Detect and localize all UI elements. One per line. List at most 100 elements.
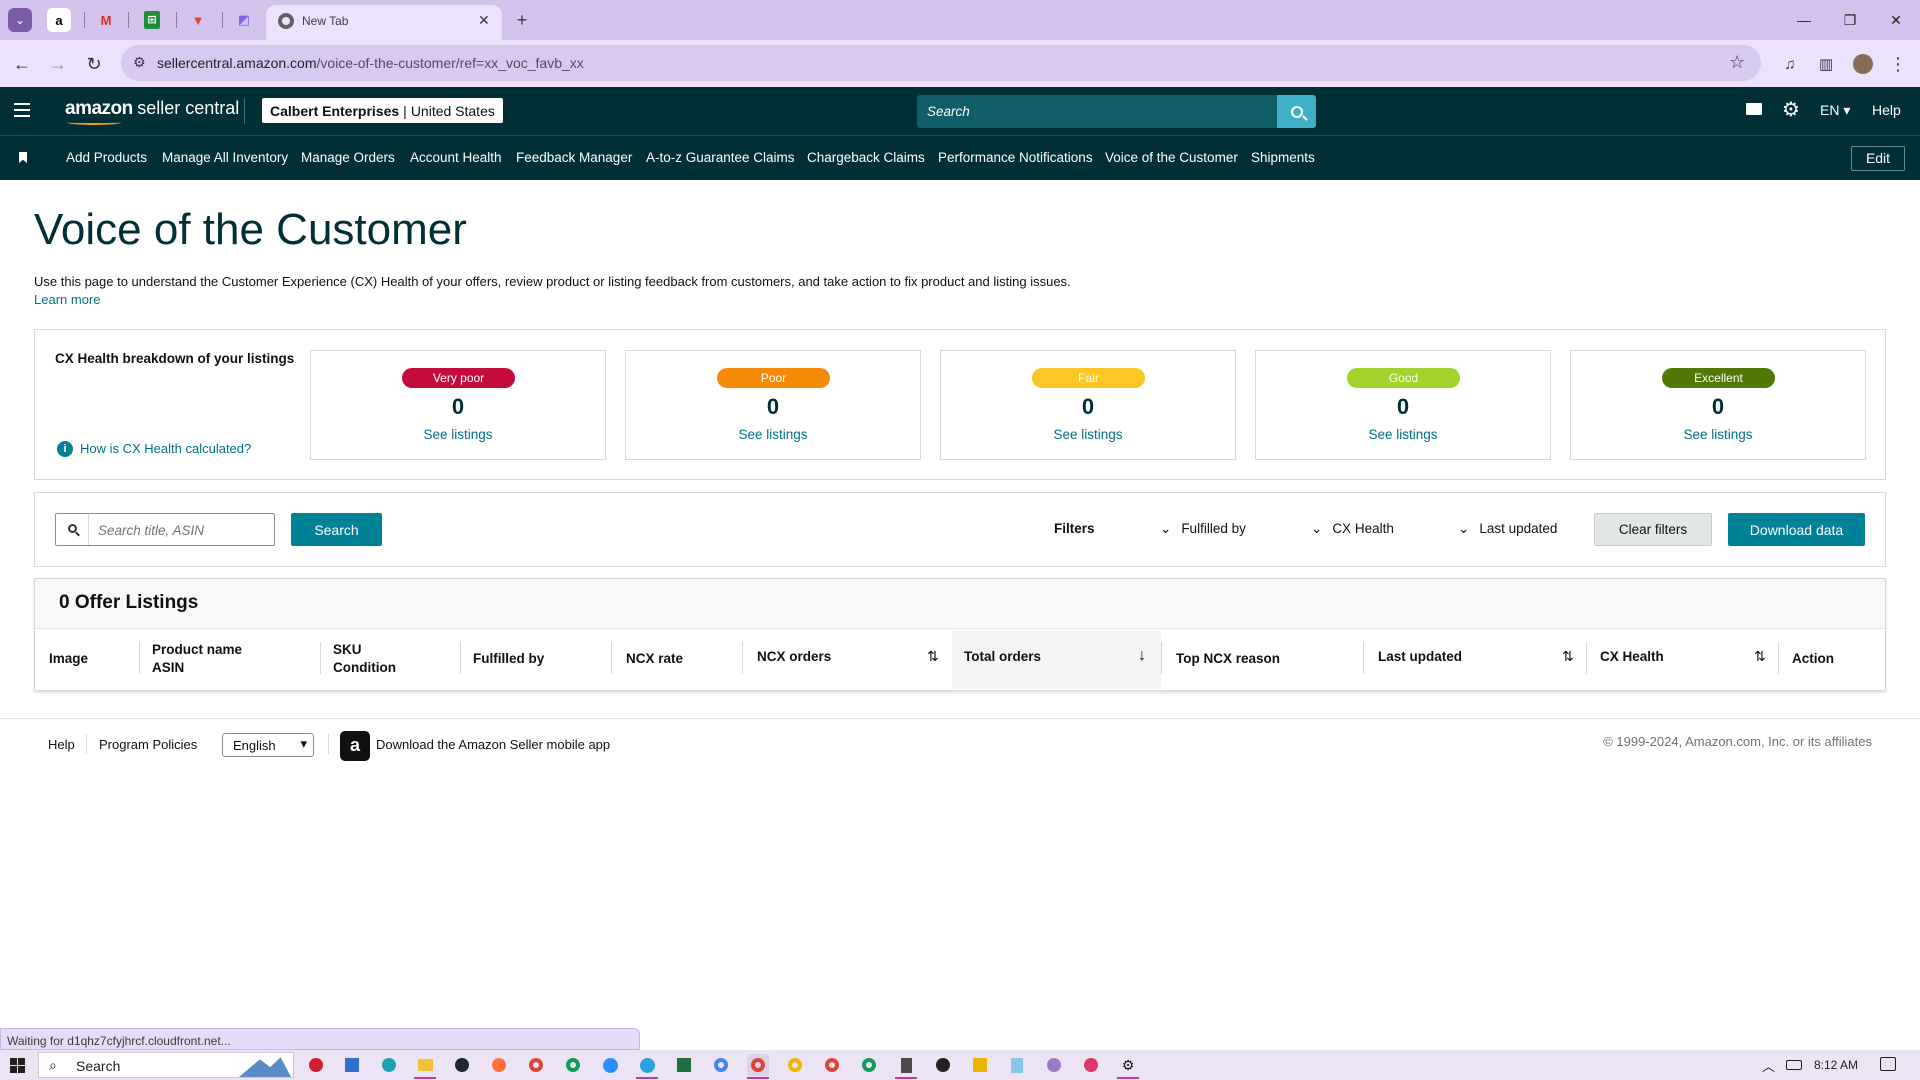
bookmark-star-icon[interactable]: ☆	[1729, 52, 1745, 73]
footer-help-link[interactable]: Help	[48, 737, 75, 752]
account-switcher[interactable]: Calbert Enterprises | United States	[262, 98, 503, 123]
taskbar-telegram-icon[interactable]	[636, 1054, 658, 1076]
nav-add-products[interactable]: Add Products	[66, 150, 147, 165]
nav-voice-of-the-customer[interactable]: Voice of the Customer	[1105, 150, 1238, 165]
taskbar-chrome-icon[interactable]	[525, 1054, 547, 1076]
taskbar-calculator-icon[interactable]	[895, 1054, 917, 1076]
download-data-button[interactable]: Download data	[1728, 513, 1865, 546]
taskbar-settings-icon[interactable]: ⚙	[1117, 1054, 1139, 1076]
active-tab[interactable]: New Tab ✕	[266, 5, 502, 40]
see-listings-very-poor[interactable]: See listings	[311, 427, 605, 442]
nav-chargeback-claims[interactable]: Chargeback Claims	[807, 150, 925, 165]
search-button[interactable]: Search	[291, 513, 382, 546]
windows-start-icon[interactable]	[10, 1058, 25, 1073]
seller-central-logo[interactable]: amazon seller central	[65, 98, 239, 125]
taskbar-notepad-icon[interactable]	[1006, 1054, 1028, 1076]
col-cx-health[interactable]: CX Health	[1600, 648, 1664, 666]
clickup-tab-icon[interactable]: ◩	[232, 8, 256, 32]
taskbar-chrome-icon[interactable]	[710, 1054, 732, 1076]
bookmark-icon[interactable]	[19, 152, 27, 163]
taskbar-edge-icon[interactable]	[378, 1054, 400, 1076]
taskbar-chrome-active-icon[interactable]	[747, 1054, 769, 1076]
reload-icon[interactable]: ↻	[82, 52, 106, 76]
nav-manage-all-inventory[interactable]: Manage All Inventory	[162, 150, 288, 165]
minimize-icon[interactable]: —	[1781, 8, 1827, 32]
restore-icon[interactable]: ❐	[1827, 8, 1873, 32]
nav-shipments[interactable]: Shipments	[1251, 150, 1315, 165]
nav-manage-orders[interactable]: Manage Orders	[301, 150, 395, 165]
gear-icon[interactable]: ⚙	[1782, 97, 1800, 122]
taskbar-sticky-icon[interactable]	[969, 1054, 991, 1076]
taskbar-chrome-icon[interactable]	[784, 1054, 806, 1076]
nav-performance-notifications[interactable]: Performance Notifications	[938, 150, 1093, 165]
taskbar-chrome-icon[interactable]	[562, 1054, 584, 1076]
close-window-icon[interactable]: ✕	[1873, 8, 1919, 32]
taskbar-app-pink-icon[interactable]	[1080, 1054, 1102, 1076]
amazon-seller-app-icon[interactable]: a	[340, 731, 370, 761]
media-icon[interactable]: ♫	[1778, 52, 1802, 76]
sort-icon[interactable]: ⇅	[1754, 648, 1766, 665]
taskbar-firefox-icon[interactable]	[488, 1054, 510, 1076]
clear-filters-button[interactable]: Clear filters	[1594, 513, 1712, 546]
taskbar-search-box[interactable]: ⌕ Search	[38, 1052, 294, 1078]
header-help-link[interactable]: Help	[1872, 102, 1901, 118]
hamburger-menu-icon[interactable]	[14, 101, 32, 119]
nav-account-health[interactable]: Account Health	[410, 150, 502, 165]
see-listings-poor[interactable]: See listings	[626, 427, 920, 442]
fulfilled-by-filter[interactable]: ⌄ Fulfilled by	[1160, 521, 1246, 537]
col-total-orders[interactable]: Total orders	[964, 648, 1041, 666]
sort-descending-icon[interactable]: ↓	[1138, 647, 1146, 665]
menu-kebab-icon[interactable]: ⋮	[1886, 52, 1910, 76]
sort-icon[interactable]: ⇅	[927, 648, 939, 665]
side-panel-icon[interactable]: ▥	[1814, 52, 1838, 76]
taskbar-chrome-icon[interactable]	[821, 1054, 843, 1076]
see-listings-fair[interactable]: See listings	[941, 427, 1235, 442]
gmail-tab-icon[interactable]: M	[94, 8, 118, 32]
address-bar[interactable]: ⚙ sellercentral.amazon.com/voice-of-the-…	[121, 45, 1761, 81]
footer-program-policies-link[interactable]: Program Policies	[99, 737, 197, 752]
nav-a-to-z-claims[interactable]: A-to-z Guarantee Claims	[646, 150, 795, 165]
tab-list-button[interactable]: ⌄	[8, 8, 32, 32]
cx-health-filter[interactable]: ⌄ CX Health	[1311, 521, 1394, 537]
taskbar-app-dark-icon[interactable]	[932, 1054, 954, 1076]
last-updated-filter[interactable]: ⌄ Last updated	[1458, 521, 1557, 537]
back-icon[interactable]: ←	[10, 52, 34, 76]
taskbar-network-app-icon[interactable]	[1043, 1054, 1065, 1076]
close-tab-icon[interactable]: ✕	[478, 12, 490, 29]
header-search-input[interactable]: Search	[917, 95, 1277, 128]
taskbar-clock[interactable]: 8:12 AM	[1814, 1058, 1858, 1072]
learn-more-link[interactable]: Learn more	[34, 292, 100, 307]
taskbar-store-icon[interactable]	[341, 1054, 363, 1076]
taskbar-explorer-icon[interactable]	[414, 1054, 436, 1076]
todoist-tab-icon[interactable]: ▼	[186, 8, 210, 32]
taskbar-app-red-icon[interactable]	[305, 1054, 327, 1076]
sheets-tab-icon[interactable]: ⊞	[140, 8, 164, 32]
amazon-tab-icon[interactable]: a	[47, 8, 71, 32]
profile-avatar[interactable]	[1851, 52, 1875, 76]
nav-feedback-manager[interactable]: Feedback Manager	[516, 150, 632, 165]
taskbar-zoom-icon[interactable]	[599, 1054, 621, 1076]
notification-icon[interactable]	[1880, 1057, 1896, 1071]
new-tab-button[interactable]: +	[510, 8, 534, 32]
sort-icon[interactable]: ⇅	[1562, 648, 1574, 665]
see-listings-excellent[interactable]: See listings	[1571, 427, 1865, 442]
taskbar-chrome-icon[interactable]	[858, 1054, 880, 1076]
battery-icon[interactable]	[1786, 1060, 1802, 1070]
language-selector[interactable]: EN ▾	[1820, 102, 1850, 119]
download-app-link[interactable]: Download the Amazon Seller mobile app	[376, 737, 610, 752]
tray-chevron-up-icon[interactable]: ︿	[1762, 1056, 1775, 1075]
col-fulfilled-by: Fulfilled by	[473, 651, 545, 666]
cx-health-calculation-link[interactable]: How is CX Health calculated?	[80, 441, 251, 456]
col-ncx-orders[interactable]: NCX orders	[757, 648, 831, 666]
taskbar-steam-icon[interactable]	[451, 1054, 473, 1076]
taskbar-excel-icon[interactable]	[673, 1054, 695, 1076]
mail-icon[interactable]	[1746, 103, 1762, 115]
see-listings-good[interactable]: See listings	[1256, 427, 1550, 442]
forward-icon[interactable]: →	[46, 52, 70, 76]
header-search-button[interactable]	[1277, 95, 1316, 128]
listing-search-field[interactable]: Search title, ASIN	[55, 513, 275, 546]
site-info-icon[interactable]: ⚙	[133, 54, 146, 71]
nav-edit-button[interactable]: Edit	[1851, 146, 1905, 171]
col-last-updated[interactable]: Last updated	[1378, 648, 1462, 666]
footer-language-select[interactable]: English ▾	[222, 733, 314, 757]
